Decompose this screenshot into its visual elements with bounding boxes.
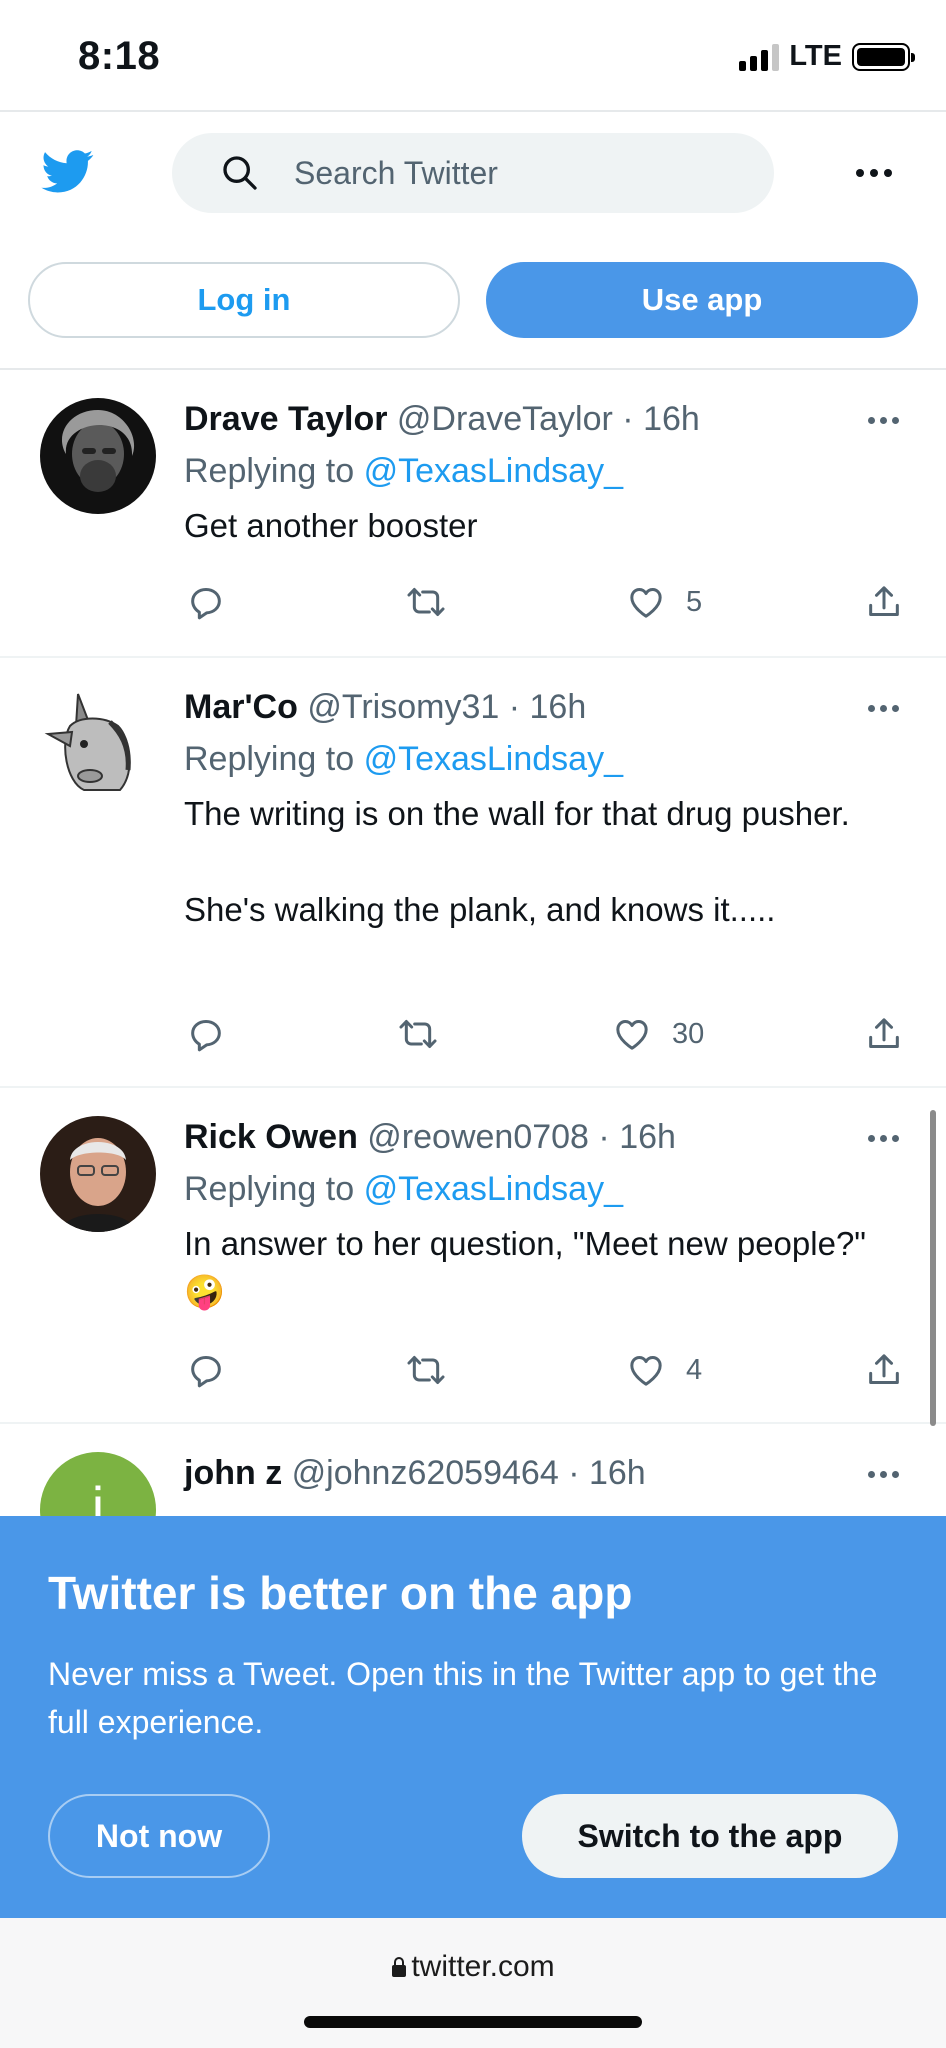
- replying-to: Replying to @TexasLindsay_: [184, 1170, 623, 1209]
- separator: ·: [568, 1454, 580, 1492]
- url-display[interactable]: twitter.com: [0, 1950, 946, 1984]
- timestamp[interactable]: 16h: [643, 400, 700, 438]
- like-count: 4: [686, 1353, 703, 1386]
- reply-mention-link[interactable]: @TexasLindsay_: [364, 452, 623, 490]
- reply-icon: [191, 1020, 221, 1052]
- tweet[interactable]: Mar'Co @Trisomy31 · 16h Replying to @Tex…: [0, 658, 946, 1086]
- tweet-text: Get another booster: [184, 507, 478, 544]
- share-button[interactable]: [864, 1350, 904, 1390]
- like-icon: [630, 588, 662, 618]
- status-time: 8:18: [78, 34, 161, 78]
- timestamp[interactable]: 16h: [530, 688, 587, 726]
- author-name[interactable]: john z: [184, 1454, 282, 1492]
- replying-to: Replying to @TexasLindsay_: [184, 452, 623, 491]
- reply-mention-link[interactable]: @TexasLindsay_: [364, 740, 623, 778]
- replying-prefix: Replying to: [184, 1170, 355, 1208]
- like-button[interactable]: 4: [626, 1350, 702, 1390]
- author-handle[interactable]: @Trisomy31: [307, 688, 499, 726]
- timestamp[interactable]: 16h: [589, 1454, 646, 1492]
- avatar[interactable]: [40, 398, 156, 514]
- tweet-header: Drave Taylor @DraveTaylor · 16h: [184, 400, 700, 439]
- timestamp[interactable]: 16h: [619, 1118, 676, 1156]
- tweet-text: In answer to her question, "Meet new peo…: [184, 1225, 867, 1310]
- status-indicators: LTE: [739, 40, 915, 73]
- reply-button[interactable]: [186, 1350, 226, 1390]
- app-promo-banner: Twitter is better on the app Never miss …: [0, 1516, 946, 1918]
- retweet-icon: [407, 1356, 445, 1384]
- retweet-button[interactable]: [406, 1350, 446, 1390]
- tweet[interactable]: Drave Taylor @DraveTaylor · 16h Replying…: [0, 370, 946, 656]
- tweet[interactable]: j john z @johnz62059464 · 16h: [0, 1424, 946, 1516]
- network-type: LTE: [789, 40, 842, 72]
- share-icon: [869, 1354, 899, 1384]
- replying-to: Replying to @TexasLindsay_: [184, 740, 623, 779]
- like-icon: [630, 1356, 662, 1386]
- search-icon: [223, 156, 257, 190]
- author-handle[interactable]: @reowen0708: [367, 1118, 589, 1156]
- share-button[interactable]: [864, 582, 904, 622]
- separator: ·: [622, 400, 634, 438]
- author-name[interactable]: Mar'Co: [184, 688, 298, 726]
- search-placeholder: Search Twitter: [294, 154, 498, 191]
- author-name[interactable]: Rick Owen: [184, 1118, 358, 1156]
- search-input[interactable]: Search Twitter: [172, 133, 774, 213]
- login-button[interactable]: Log in: [28, 262, 460, 338]
- like-button[interactable]: 5: [626, 582, 702, 622]
- tweet-header: Rick Owen @reowen0708 · 16h: [184, 1118, 676, 1157]
- avatar[interactable]: [40, 686, 156, 802]
- author-name[interactable]: Drave Taylor: [184, 400, 387, 438]
- tweet-header: Mar'Co @Trisomy31 · 16h: [184, 688, 586, 727]
- not-now-button[interactable]: Not now: [48, 1794, 270, 1878]
- home-indicator[interactable]: [304, 2016, 642, 2028]
- replying-prefix: Replying to: [184, 740, 355, 778]
- tweet[interactable]: Rick Owen @reowen0708 · 16h Replying to …: [0, 1088, 946, 1422]
- like-count: 30: [672, 1017, 705, 1050]
- more-icon[interactable]: [856, 158, 896, 188]
- like-button[interactable]: 30: [612, 1014, 704, 1054]
- share-icon: [869, 1018, 899, 1048]
- browser-address-bar[interactable]: twitter.com: [0, 1918, 946, 2048]
- share-icon: [869, 586, 899, 616]
- banner-text: Never miss a Tweet. Open this in the Twi…: [48, 1656, 878, 1740]
- separator: ·: [598, 1118, 610, 1156]
- tweet-more-icon[interactable]: [868, 417, 902, 427]
- tweet-more-icon[interactable]: [868, 1471, 902, 1481]
- like-count: 5: [686, 585, 703, 618]
- status-divider: [0, 110, 946, 112]
- use-app-button[interactable]: Use app: [486, 262, 918, 338]
- replying-prefix: Replying to: [184, 452, 355, 490]
- url-text: twitter.com: [411, 1950, 555, 1983]
- reply-mention-link[interactable]: @TexasLindsay_: [364, 1170, 623, 1208]
- lock-icon: [392, 1957, 407, 1977]
- tweet-text: The writing is on the wall for that drug…: [184, 795, 850, 928]
- avatar[interactable]: j: [40, 1452, 156, 1516]
- status-bar: 8:18 LTE: [0, 0, 946, 110]
- author-handle[interactable]: @DraveTaylor: [397, 400, 613, 438]
- reply-icon: [191, 588, 221, 620]
- retweet-icon: [407, 588, 445, 616]
- retweet-button[interactable]: [406, 582, 446, 622]
- tweet-header: john z @johnz62059464 · 16h: [184, 1454, 646, 1493]
- avatar-letter: j: [91, 1475, 105, 1516]
- reply-button[interactable]: [186, 582, 226, 622]
- author-handle[interactable]: @johnz62059464: [292, 1454, 559, 1492]
- banner-title: Twitter is better on the app: [48, 1567, 633, 1619]
- share-button[interactable]: [864, 1014, 904, 1054]
- reply-button[interactable]: [186, 1014, 226, 1054]
- separator: ·: [508, 688, 521, 726]
- reply-icon: [191, 1356, 221, 1388]
- battery-icon: [852, 42, 915, 71]
- switch-to-app-button[interactable]: Switch to the app: [522, 1794, 898, 1878]
- avatar[interactable]: [40, 1116, 156, 1232]
- like-icon: [616, 1020, 648, 1050]
- cellular-signal-icon: [739, 43, 780, 71]
- scrollbar[interactable]: [930, 1110, 936, 1426]
- retweet-icon: [399, 1020, 437, 1048]
- tweet-more-icon[interactable]: [868, 705, 902, 715]
- tweet-more-icon[interactable]: [868, 1135, 902, 1145]
- retweet-button[interactable]: [398, 1014, 438, 1054]
- twitter-bird-icon[interactable]: [38, 145, 98, 197]
